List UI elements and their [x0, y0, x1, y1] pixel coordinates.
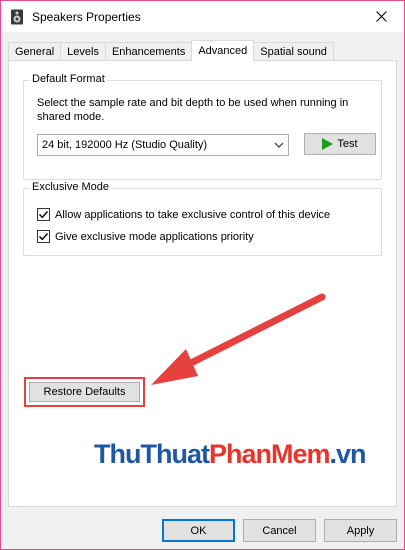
default-format-label: Default Format [30, 73, 107, 85]
watermark: ThuThuatPhanMem.vn [94, 439, 367, 470]
tab-advanced[interactable]: Advanced [191, 40, 255, 61]
allow-exclusive-checkbox[interactable] [37, 208, 50, 221]
play-icon [322, 138, 334, 150]
ok-button[interactable]: OK [162, 519, 235, 542]
tab-strip: General Levels Enhancements Advanced Spa… [8, 40, 334, 61]
close-icon [375, 11, 387, 22]
cancel-button[interactable]: Cancel [243, 519, 316, 542]
exclusive-priority-row[interactable]: Give exclusive mode applications priorit… [37, 230, 254, 243]
format-dropdown-value: 24 bit, 192000 Hz (Studio Quality) [42, 139, 208, 151]
exclusive-priority-label: Give exclusive mode applications priorit… [55, 230, 254, 243]
speaker-icon [11, 9, 23, 25]
default-format-description: Select the sample rate and bit depth to … [37, 97, 349, 123]
checkmark-icon [39, 211, 49, 219]
test-button[interactable]: Test [304, 133, 376, 155]
allow-exclusive-label: Allow applications to take exclusive con… [55, 208, 331, 221]
tab-spatial-sound[interactable]: Spatial sound [253, 42, 334, 61]
default-format-group: Default Format Select the sample rate an… [23, 73, 382, 180]
test-button-label: Test [337, 138, 358, 150]
chevron-down-icon [274, 142, 284, 148]
watermark-part3: PhanMem [208, 439, 331, 469]
tab-levels[interactable]: Levels [60, 42, 106, 61]
close-button[interactable] [358, 1, 404, 32]
exclusive-mode-group: Exclusive Mode Allow applications to tak… [23, 181, 382, 256]
tab-general[interactable]: General [8, 42, 62, 61]
checkmark-icon [39, 233, 49, 241]
watermark-part1: Thu [94, 439, 141, 469]
restore-highlight-box: Restore Defaults [24, 377, 145, 407]
exclusive-priority-checkbox[interactable] [37, 230, 50, 243]
watermark-part2: Thuat [140, 439, 209, 469]
format-dropdown[interactable]: 24 bit, 192000 Hz (Studio Quality) [37, 134, 289, 156]
exclusive-mode-label: Exclusive Mode [30, 181, 112, 193]
window-title: Speakers Properties [32, 10, 141, 24]
restore-defaults-button[interactable]: Restore Defaults [29, 382, 140, 402]
tab-enhancements[interactable]: Enhancements [104, 42, 193, 61]
allow-exclusive-row[interactable]: Allow applications to take exclusive con… [37, 208, 330, 221]
watermark-part4: .vn [329, 439, 367, 469]
title-bar: Speakers Properties [1, 1, 404, 32]
dialog-window: Speakers Properties General Levels Enhan… [0, 0, 405, 550]
apply-button[interactable]: Apply [324, 519, 397, 542]
